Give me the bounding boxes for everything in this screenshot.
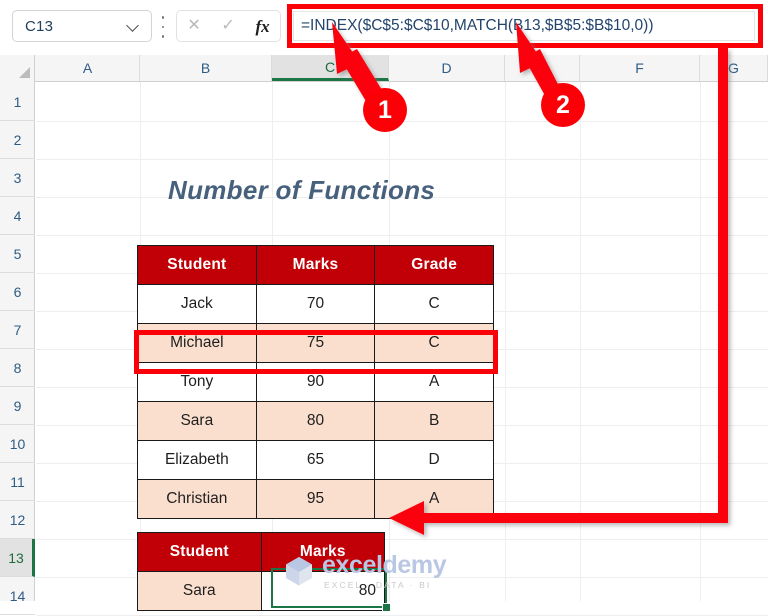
row-header-13[interactable]: 13 <box>0 539 35 577</box>
column-header-d[interactable]: D <box>389 55 505 81</box>
row-header-6[interactable]: 6 <box>0 273 35 311</box>
row-header-1[interactable]: 1 <box>0 83 35 121</box>
cell-marks[interactable]: 80 <box>255 401 376 441</box>
cell-marks[interactable]: 95 <box>255 479 376 519</box>
table-header-row: Student Marks Grade <box>137 245 494 285</box>
table-row[interactable]: Jack 70 C <box>137 284 494 324</box>
row-header-8[interactable]: 8 <box>0 349 35 387</box>
cell-student[interactable]: Sara <box>137 401 257 441</box>
row-header-10[interactable]: 10 <box>0 425 35 463</box>
name-box[interactable]: C13 <box>12 10 152 42</box>
cell-student[interactable]: Christian <box>137 479 257 519</box>
column-header-b[interactable]: B <box>140 55 272 81</box>
watermark-text-group: exceldemy EXCEL · DATA · BI <box>322 551 447 590</box>
callout-badge-2: 2 <box>541 83 585 127</box>
gridline-horizontal <box>36 235 768 236</box>
row-headers: 1 2 3 4 5 6 7 8 9 10 11 12 13 14 <box>0 81 35 615</box>
spreadsheet-grid: ABCDEFG 1 2 3 4 5 6 7 8 9 10 11 12 13 14 Number of Fu… <box>0 55 768 616</box>
watermark-tagline: EXCEL · DATA · BI <box>324 580 432 590</box>
close-icon[interactable]: ✕ <box>187 18 200 34</box>
cell-grade[interactable]: A <box>374 479 494 519</box>
column-header-marks: Marks <box>255 245 376 285</box>
name-box-value: C13 <box>25 17 54 35</box>
insert-function-icon[interactable]: fx <box>255 18 269 35</box>
row-header-14[interactable]: 14 <box>0 577 35 615</box>
cell-student[interactable]: Jack <box>137 284 257 324</box>
kebab-dot <box>161 25 165 29</box>
row-header-3[interactable]: 3 <box>0 159 35 197</box>
row-header-11[interactable]: 11 <box>0 463 35 501</box>
row-header-7[interactable]: 7 <box>0 311 35 349</box>
row-header-2[interactable]: 2 <box>0 121 35 159</box>
cell-grade[interactable]: D <box>374 440 494 480</box>
chevron-down-icon[interactable] <box>123 15 145 37</box>
watermark: exceldemy EXCEL · DATA · BI <box>282 551 447 590</box>
column-header-a[interactable]: A <box>36 55 140 81</box>
gridline-horizontal <box>36 159 768 160</box>
page-title: Number of Functions <box>168 175 436 205</box>
column-header-e[interactable]: E <box>505 55 580 81</box>
formula-highlight-box <box>287 4 763 48</box>
formula-actions-group: ✕ ✓ fx <box>176 10 281 42</box>
watermark-name: exceldemy <box>322 551 447 579</box>
more-options-icon[interactable] <box>160 16 166 38</box>
column-header-f[interactable]: F <box>580 55 700 81</box>
row-header-5[interactable]: 5 <box>0 235 35 273</box>
formula-bar: C13 ✕ ✓ fx =INDEX($C$5:$C$10,MATCH(B13,$… <box>0 0 768 55</box>
column-header-grade: Grade <box>374 245 494 285</box>
kebab-dot <box>161 16 165 19</box>
table-row-highlighted[interactable]: Sara 80 B <box>137 401 494 441</box>
exceldemy-logo-icon <box>286 557 312 586</box>
result-column-header-student: Student <box>137 532 262 572</box>
sara-row-highlight-box <box>134 330 498 374</box>
cell-marks[interactable]: 70 <box>255 284 376 324</box>
cell-grade[interactable]: C <box>374 284 494 324</box>
column-header-student: Student <box>137 245 257 285</box>
result-cell-student[interactable]: Sara <box>137 571 262 611</box>
column-header-c[interactable]: C <box>272 55 389 81</box>
kebab-dot <box>161 35 165 38</box>
check-icon[interactable]: ✓ <box>221 18 234 34</box>
main-data-table: Student Marks Grade Jack 70 C Michael 75… <box>137 245 494 519</box>
row-header-12[interactable]: 12 <box>0 501 35 539</box>
table-row[interactable]: Elizabeth 65 D <box>137 440 494 480</box>
column-headers: ABCDEFG <box>0 55 768 82</box>
cell-student[interactable]: Elizabeth <box>137 440 257 480</box>
cell-grade[interactable]: B <box>374 401 494 441</box>
row-header-9[interactable]: 9 <box>0 387 35 425</box>
select-all-corner[interactable] <box>0 55 35 81</box>
row-header-4[interactable]: 4 <box>0 197 35 235</box>
column-header-g[interactable]: G <box>700 55 768 81</box>
fill-handle[interactable] <box>382 603 391 612</box>
cell-marks[interactable]: 65 <box>255 440 376 480</box>
table-row[interactable]: Christian 95 A <box>137 479 494 519</box>
callout-badge-1: 1 <box>363 88 407 132</box>
